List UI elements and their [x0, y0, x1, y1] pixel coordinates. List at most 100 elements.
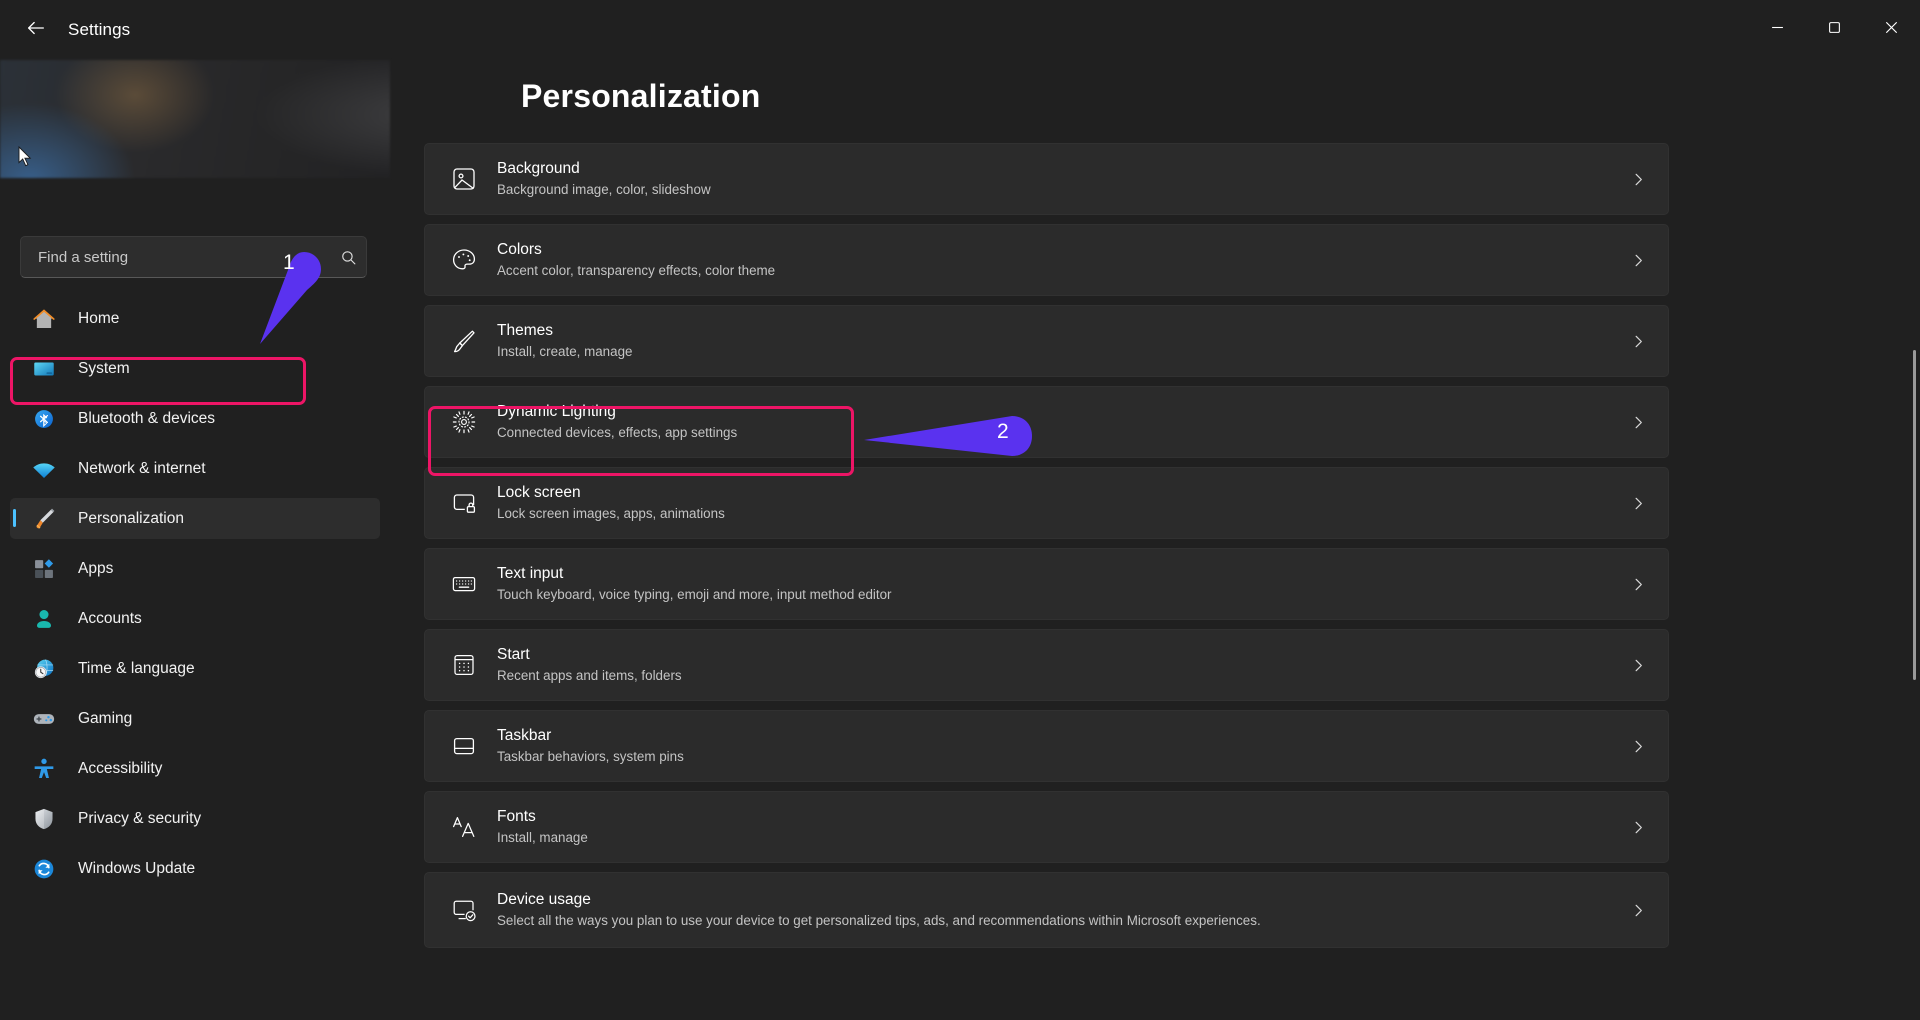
lock-screen-icon	[447, 486, 481, 520]
sidebar-item-accounts[interactable]: Accounts	[10, 598, 380, 639]
card-subtitle: Install, manage	[497, 829, 588, 845]
maximize-icon	[1828, 21, 1841, 39]
card-title: Background	[497, 159, 580, 177]
chevron-right-icon	[1630, 495, 1646, 511]
bluetooth-icon	[30, 405, 58, 433]
sidebar-item-label: Accessibility	[78, 759, 163, 777]
window-title: Settings	[68, 20, 131, 39]
device-usage-icon	[447, 893, 481, 927]
sidebar-item-windows-update[interactable]: Windows Update	[10, 848, 380, 889]
maximize-button[interactable]	[1806, 0, 1863, 60]
settings-window: Settings Find a setting Home System Blue…	[0, 0, 1920, 1020]
chevron-right-icon	[1630, 657, 1646, 673]
image-icon	[447, 162, 481, 196]
chevron-right-icon	[1630, 902, 1646, 918]
profile-banner	[0, 60, 390, 178]
annotation-marker-2: 2	[862, 414, 1034, 458]
sidebar-item-label: Bluetooth & devices	[78, 409, 216, 427]
lighting-icon	[447, 405, 481, 439]
annotation-marker-1-number: 1	[283, 251, 295, 274]
sidebar-item-label: Time & language	[78, 659, 195, 677]
card-subtitle: Touch keyboard, voice typing, emoji and …	[497, 586, 892, 602]
card-title: Text input	[497, 564, 564, 582]
window-controls	[1749, 0, 1920, 60]
sidebar-item-apps[interactable]: Apps	[10, 548, 380, 589]
card-title: Fonts	[497, 807, 536, 825]
card-subtitle: Taskbar behaviors, system pins	[497, 748, 684, 764]
card-title: Device usage	[497, 890, 591, 908]
system-icon	[30, 355, 58, 383]
settings-card-taskbar[interactable]: Taskbar Taskbar behaviors, system pins	[424, 710, 1669, 782]
settings-card-lock-screen[interactable]: Lock screen Lock screen images, apps, an…	[424, 467, 1669, 539]
card-subtitle: Lock screen images, apps, animations	[497, 505, 725, 521]
accessibility-icon	[30, 755, 58, 783]
chevron-right-icon	[1630, 576, 1646, 592]
settings-card-list: Background Background image, color, slid…	[424, 143, 1824, 957]
minimize-button[interactable]	[1749, 0, 1806, 60]
settings-card-colors[interactable]: Colors Accent color, transparency effect…	[424, 224, 1669, 296]
card-subtitle: Install, create, manage	[497, 343, 633, 359]
annotation-marker-1: 1	[258, 246, 322, 346]
sidebar-item-home[interactable]: Home	[10, 298, 380, 339]
home-icon	[30, 305, 58, 333]
fonts-icon	[447, 810, 481, 844]
chevron-right-icon	[1630, 738, 1646, 754]
settings-card-fonts[interactable]: Fonts Install, manage	[424, 791, 1669, 863]
main-content: Personalization Background Background im…	[390, 60, 1920, 1020]
chevron-right-icon	[1630, 333, 1646, 349]
annotation-marker-2-number: 2	[997, 420, 1009, 443]
chevron-right-icon	[1630, 819, 1646, 835]
mouse-cursor	[18, 146, 32, 167]
sidebar-item-label: Windows Update	[78, 859, 196, 877]
start-icon	[447, 648, 481, 682]
settings-card-dynamic-lighting[interactable]: Dynamic Lighting Connected devices, effe…	[424, 386, 1669, 458]
card-title: Taskbar	[497, 726, 552, 744]
sidebar-item-privacy-security[interactable]: Privacy & security	[10, 798, 380, 839]
sidebar-item-label: Apps	[78, 559, 114, 577]
apps-icon	[30, 555, 58, 583]
search-icon	[330, 249, 366, 266]
chevron-right-icon	[1630, 171, 1646, 187]
back-arrow-icon	[25, 17, 47, 44]
settings-card-start[interactable]: Start Recent apps and items, folders	[424, 629, 1669, 701]
sidebar-item-gaming[interactable]: Gaming	[10, 698, 380, 739]
settings-card-text-input[interactable]: Text input Touch keyboard, voice typing,…	[424, 548, 1669, 620]
card-subtitle: Recent apps and items, folders	[497, 667, 682, 683]
network-icon	[30, 455, 58, 483]
sidebar-item-personalization[interactable]: Personalization	[10, 498, 380, 539]
sidebar-item-network-internet[interactable]: Network & internet	[10, 448, 380, 489]
card-title: Themes	[497, 321, 553, 339]
settings-card-device-usage[interactable]: Device usage Select all the ways you pla…	[424, 872, 1669, 948]
settings-card-background[interactable]: Background Background image, color, slid…	[424, 143, 1669, 215]
vertical-scrollbar[interactable]	[1913, 350, 1916, 680]
card-title: Lock screen	[497, 483, 581, 501]
card-subtitle: Connected devices, effects, app settings	[497, 424, 738, 440]
card-title: Colors	[497, 240, 542, 258]
chevron-right-icon	[1630, 252, 1646, 268]
brush-icon	[447, 324, 481, 358]
keyboard-icon	[447, 567, 481, 601]
sidebar-item-label: System	[78, 359, 130, 377]
personalization-icon	[30, 505, 58, 533]
minimize-icon	[1771, 21, 1784, 39]
sidebar-item-label: Personalization	[78, 509, 184, 527]
sidebar-nav: Home System Bluetooth & devices Network …	[10, 298, 380, 898]
windows-update-icon	[30, 855, 58, 883]
page-title: Personalization	[521, 78, 761, 114]
sidebar-item-system[interactable]: System	[10, 348, 380, 389]
time-language-icon	[30, 655, 58, 683]
sidebar-item-time-language[interactable]: Time & language	[10, 648, 380, 689]
settings-card-themes[interactable]: Themes Install, create, manage	[424, 305, 1669, 377]
sidebar: Home System	[0, 60, 390, 1020]
back-button[interactable]	[14, 12, 58, 48]
gaming-icon	[30, 705, 58, 733]
title-bar: Settings	[0, 0, 1920, 60]
sidebar-item-label: Home	[78, 309, 120, 327]
accounts-icon	[30, 605, 58, 633]
sidebar-item-accessibility[interactable]: Accessibility	[10, 748, 380, 789]
card-title: Dynamic Lighting	[497, 402, 616, 420]
sidebar-item-bluetooth-devices[interactable]: Bluetooth & devices	[10, 398, 380, 439]
close-button[interactable]	[1863, 0, 1920, 60]
sidebar-item-label: Privacy & security	[78, 809, 202, 827]
card-subtitle: Background image, color, slideshow	[497, 181, 711, 197]
